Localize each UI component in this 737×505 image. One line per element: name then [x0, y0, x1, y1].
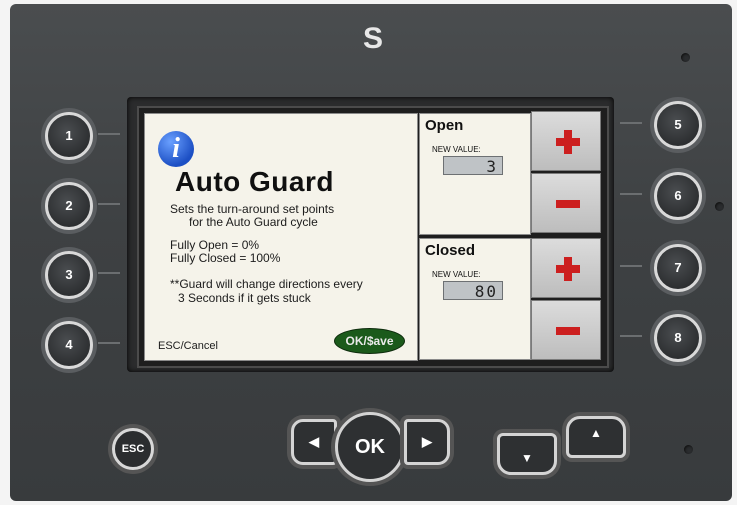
open-title: Open — [425, 117, 464, 134]
chevron-right-icon: ▶ — [422, 434, 432, 449]
note-line-1: **Guard will change directions every — [170, 277, 363, 291]
closed-panel: Closed NEW VALUE: 80 — [419, 238, 531, 360]
note-line-2: 3 Seconds if it gets stuck — [178, 291, 311, 305]
divider — [98, 272, 120, 274]
esc-cancel-label: ESC/Cancel — [158, 340, 218, 352]
up-arrow-button[interactable]: ▲ — [566, 416, 626, 458]
screw — [684, 445, 693, 454]
fully-open-text: Fully Open = 0% — [170, 238, 260, 252]
plus-icon — [564, 257, 572, 281]
closed-value-field[interactable]: 80 — [443, 281, 503, 301]
ok-label: OK — [355, 436, 385, 458]
left-arrow-button[interactable]: ◀ — [291, 419, 337, 465]
brand-logo: S — [362, 22, 383, 55]
screw — [681, 53, 690, 62]
open-new-value-label: NEW VALUE: — [432, 145, 481, 154]
softkey-4[interactable]: 4 — [45, 321, 93, 369]
open-value-field[interactable]: 3 — [443, 156, 503, 176]
esc-button[interactable]: ESC — [112, 428, 154, 470]
info-icon: i — [158, 131, 194, 167]
divider — [98, 342, 120, 344]
divider — [98, 133, 120, 135]
open-decrease-button[interactable] — [531, 173, 601, 233]
softkey-7[interactable]: 7 — [654, 244, 702, 292]
minus-icon — [556, 200, 580, 208]
closed-decrease-button[interactable] — [531, 300, 601, 360]
fully-closed-text: Fully Closed = 100% — [170, 251, 281, 265]
softkey-1[interactable]: 1 — [45, 112, 93, 160]
divider — [620, 335, 642, 337]
closed-title: Closed — [425, 242, 476, 259]
closed-increase-button[interactable] — [531, 238, 601, 298]
softkey-6[interactable]: 6 — [654, 172, 702, 220]
closed-new-value-label: NEW VALUE: — [432, 270, 481, 279]
description-line-1: Sets the turn-around set points — [170, 202, 335, 216]
page-title: Auto Guard — [175, 166, 334, 197]
divider — [620, 265, 642, 267]
divider — [620, 122, 642, 124]
ok-save-button[interactable]: OK/$ave — [334, 328, 405, 354]
minus-icon — [556, 327, 580, 335]
softkey-2[interactable]: 2 — [45, 182, 93, 230]
lcd-screen: i Auto Guard Sets the turn-around set po… — [137, 106, 609, 368]
softkey-8[interactable]: 8 — [654, 314, 702, 362]
open-panel: Open NEW VALUE: 3 — [419, 113, 531, 235]
softkey-5[interactable]: 5 — [654, 101, 702, 149]
chevron-down-icon: ▼ — [521, 451, 533, 465]
description-line-2: for the Auto Guard cycle — [189, 215, 318, 229]
right-arrow-button[interactable]: ▶ — [404, 419, 450, 465]
screw — [715, 202, 724, 211]
plus-icon — [564, 130, 572, 154]
info-panel: i Auto Guard Sets the turn-around set po… — [144, 113, 418, 361]
ok-button[interactable]: OK — [335, 412, 405, 482]
softkey-3[interactable]: 3 — [45, 251, 93, 299]
chevron-left-icon: ◀ — [309, 434, 319, 449]
open-increase-button[interactable] — [531, 111, 601, 171]
divider — [98, 203, 120, 205]
divider — [620, 193, 642, 195]
chevron-up-icon: ▲ — [590, 426, 602, 440]
down-arrow-button[interactable]: ▼ — [497, 433, 557, 475]
